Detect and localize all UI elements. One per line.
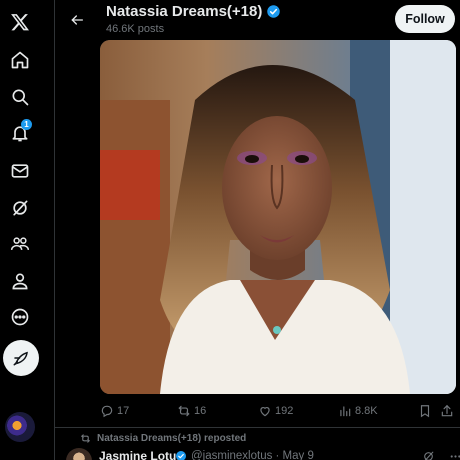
more-icon[interactable] xyxy=(0,302,40,332)
bookmark-button[interactable] xyxy=(418,401,432,421)
column-divider xyxy=(54,0,55,460)
notification-count-badge: 1 xyxy=(21,119,32,130)
grok-icon[interactable] xyxy=(0,193,40,223)
reply-button[interactable]: 17 xyxy=(100,401,129,421)
portrait-image xyxy=(100,40,456,394)
author-handle-date[interactable]: @jasminexlotus · May 9 xyxy=(191,450,314,460)
search-icon[interactable] xyxy=(0,82,40,112)
repost-context: Natassia Dreams(+18) reposted xyxy=(80,433,246,444)
verified-badge-icon xyxy=(267,5,281,18)
share-button[interactable] xyxy=(440,401,454,421)
feather-compose-icon xyxy=(13,351,28,366)
author-avatar[interactable] xyxy=(66,448,92,460)
compose-post-button[interactable] xyxy=(3,340,39,376)
post-separator xyxy=(55,427,460,428)
profile-icon[interactable] xyxy=(0,266,40,296)
reply-icon xyxy=(101,405,113,418)
home-icon[interactable] xyxy=(0,45,40,75)
left-nav-rail: 1 xyxy=(0,0,40,460)
post-media-photo[interactable] xyxy=(100,40,456,394)
back-button[interactable] xyxy=(63,6,91,34)
post-action-bar: 17 16 192 8.8K xyxy=(100,401,456,421)
back-arrow-icon xyxy=(71,15,83,25)
verified-badge-icon xyxy=(176,451,186,460)
next-post-icons xyxy=(422,450,460,460)
like-button[interactable]: 192 xyxy=(258,401,293,421)
share-icon xyxy=(441,404,453,417)
grok-icon[interactable] xyxy=(422,450,435,460)
account-avatar[interactable] xyxy=(5,412,35,442)
heart-icon xyxy=(260,407,270,417)
like-count: 192 xyxy=(275,405,294,417)
reply-count: 17 xyxy=(117,405,130,417)
views-chart-icon xyxy=(340,406,351,417)
messages-icon[interactable] xyxy=(0,156,40,186)
repost-count: 16 xyxy=(194,405,207,417)
communities-icon[interactable] xyxy=(0,229,40,259)
next-post[interactable]: Jasmine Lotus @jasminexlotus · May 9 xyxy=(66,448,460,460)
repost-context-label: Natassia Dreams(+18) reposted xyxy=(97,433,247,444)
views-button[interactable]: 8.8K xyxy=(338,401,378,421)
author-name[interactable]: Jasmine Lotus xyxy=(99,449,183,460)
notifications-icon[interactable]: 1 xyxy=(0,118,40,148)
posts-count: 46.6K posts xyxy=(106,23,165,35)
views-count: 8.8K xyxy=(355,405,378,417)
repost-button[interactable]: 16 xyxy=(177,401,206,421)
bookmark-icon xyxy=(420,405,430,418)
repost-icon xyxy=(178,405,190,417)
title-row: Natassia Dreams(+18) xyxy=(106,3,281,20)
x-logo-icon[interactable] xyxy=(0,7,40,37)
more-options-icon[interactable] xyxy=(449,450,460,460)
repost-small-icon xyxy=(81,434,90,443)
follow-button[interactable]: Follow xyxy=(395,5,455,33)
page-title: Natassia Dreams(+18) xyxy=(106,3,263,20)
profile-header: Natassia Dreams(+18) 46.6K posts Follow xyxy=(55,0,460,40)
